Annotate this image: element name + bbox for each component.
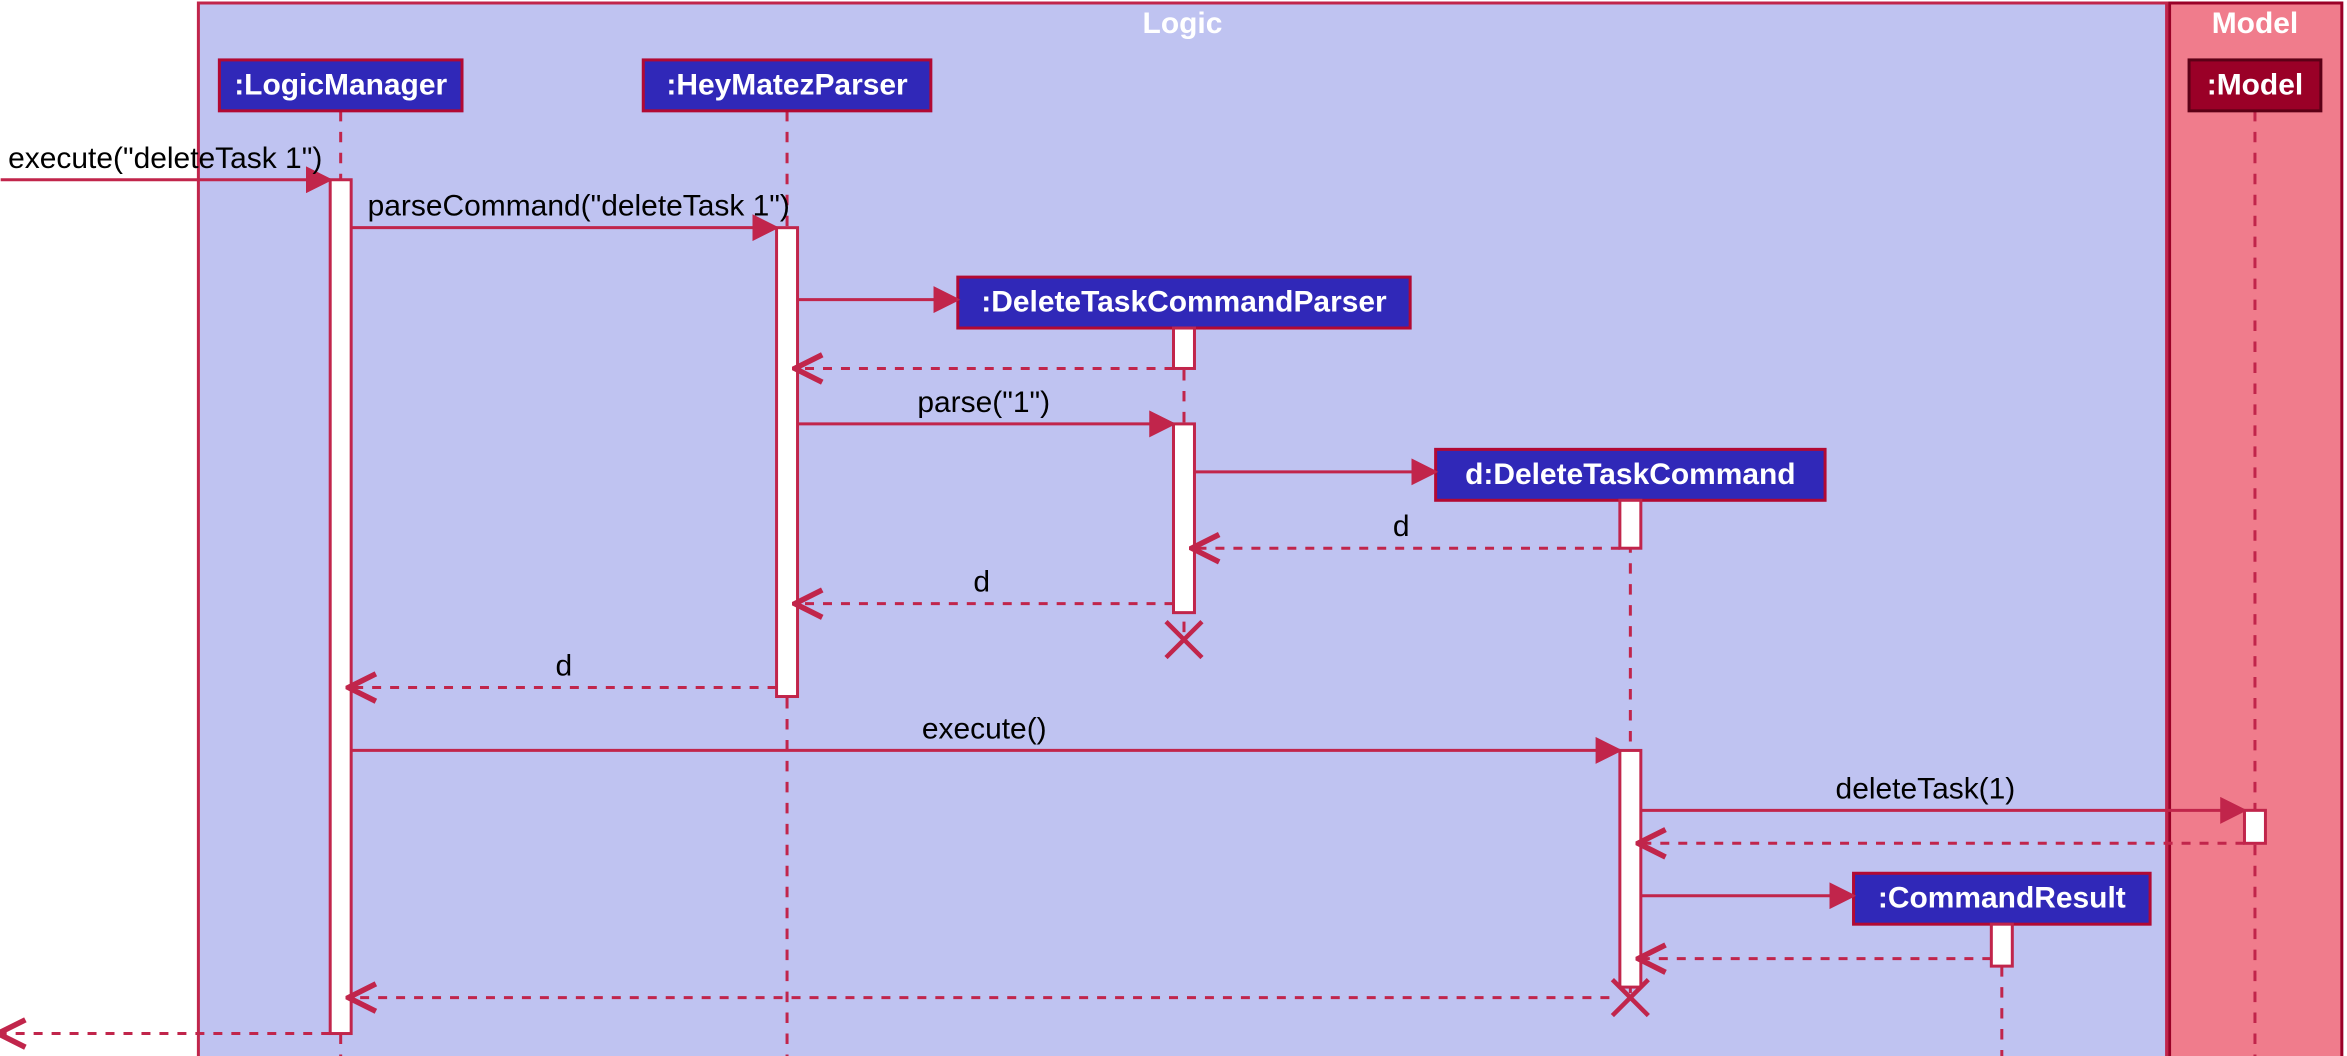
head-logicManager: :LogicManager — [219, 60, 462, 111]
head-label: d:DeleteTaskCommand — [1465, 458, 1796, 491]
head-dtcParser: :DeleteTaskCommandParser — [958, 277, 1410, 328]
msg-label: parse("1") — [917, 386, 1050, 419]
head-label: :CommandResult — [1878, 882, 2126, 915]
head-label: :HeyMatezParser — [666, 68, 908, 101]
activation-commandResult — [1991, 924, 2012, 966]
activation-logicManager — [330, 180, 351, 1034]
msg-label: parseCommand("deleteTask 1") — [368, 190, 790, 223]
head-label: :LogicManager — [234, 68, 447, 101]
frame-title-model: Model — [2212, 7, 2298, 40]
head-label: :DeleteTaskCommandParser — [981, 286, 1387, 319]
sequence-diagram: Logic Model :LogicManager :HeyMatezParse… — [0, 0, 2347, 1056]
msg-label: d — [556, 650, 573, 683]
msg-label: d — [1393, 510, 1410, 543]
head-label: :Model — [2207, 68, 2303, 101]
msg-label: d — [973, 566, 990, 599]
head-dtc: d:DeleteTaskCommand — [1436, 449, 1825, 500]
activation-heyMatezParser — [777, 228, 798, 697]
msg-label: deleteTask(1) — [1836, 772, 2016, 805]
activation-model — [2244, 810, 2265, 843]
activation-dtcParser-1 — [1174, 328, 1195, 368]
head-heyMatezParser: :HeyMatezParser — [643, 60, 931, 111]
activation-dtc-2 — [1620, 750, 1641, 987]
head-commandResult: :CommandResult — [1854, 873, 2151, 924]
activation-dtcParser-2 — [1174, 424, 1195, 613]
head-model: :Model — [2189, 60, 2321, 111]
activation-dtc-1 — [1620, 500, 1641, 548]
msg-label: execute("deleteTask 1") — [8, 142, 322, 175]
msg-label: execute() — [922, 712, 1047, 745]
frame-title-logic: Logic — [1143, 7, 1223, 40]
